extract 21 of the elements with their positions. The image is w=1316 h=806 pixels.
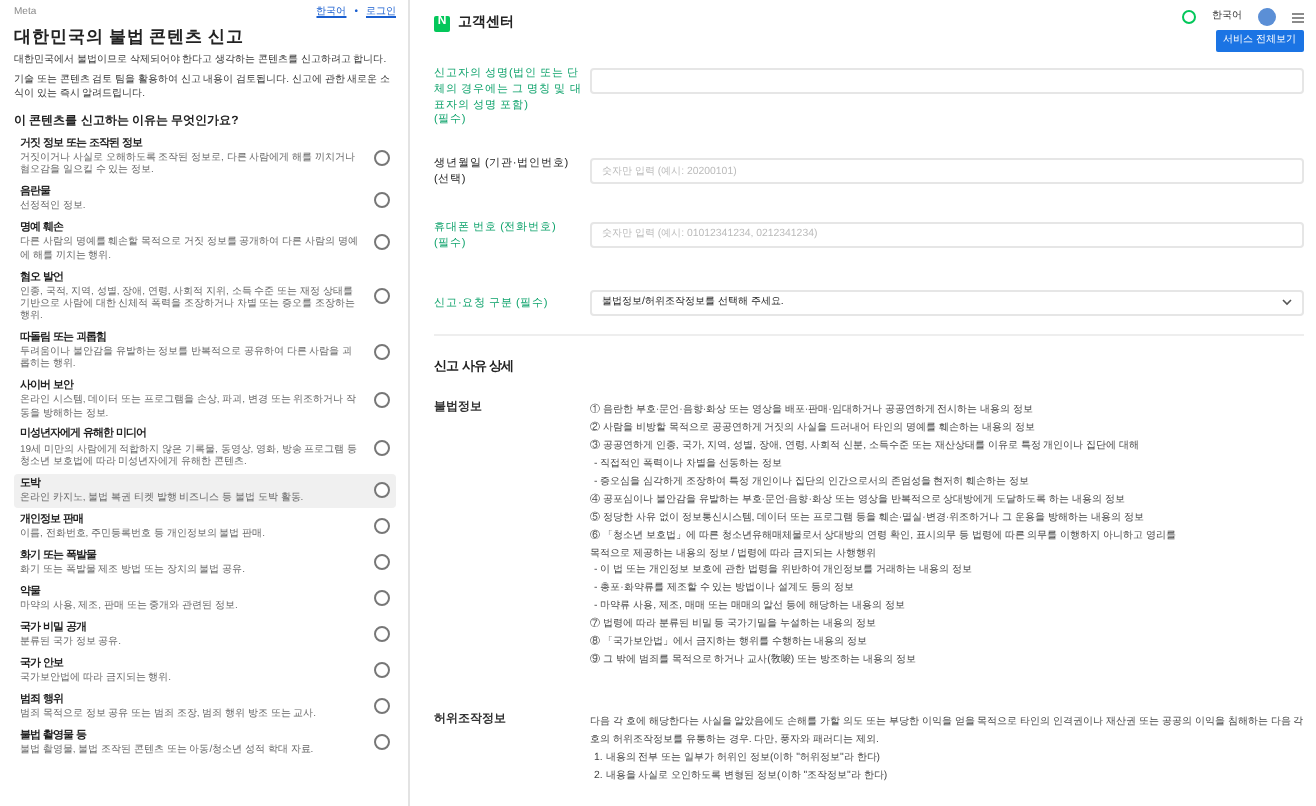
radio-button[interactable] [374,626,390,643]
avatar-icon[interactable] [1258,8,1276,26]
radio-button[interactable] [374,234,390,251]
page-title: 대한민국의 불법 콘텐츠 신고 [14,25,247,49]
radio-button[interactable] [374,392,390,409]
radio-button[interactable] [374,518,390,535]
radio-button[interactable] [374,440,390,457]
search-icon[interactable] [1182,10,1196,24]
chevron-icon [1282,298,1292,307]
radio-button[interactable] [374,149,390,166]
radio-button[interactable] [374,554,390,571]
radio-button[interactable] [374,698,390,715]
radio-button[interactable] [374,590,390,607]
radio-button[interactable] [374,662,390,679]
radio-button[interactable] [374,734,390,751]
radio-button[interactable] [374,482,390,499]
radio-button[interactable] [374,343,390,360]
menu-icon[interactable] [1292,11,1304,23]
radio-button[interactable] [374,191,390,208]
radio-button[interactable] [374,288,390,305]
input-field[interactable] [590,68,1304,94]
